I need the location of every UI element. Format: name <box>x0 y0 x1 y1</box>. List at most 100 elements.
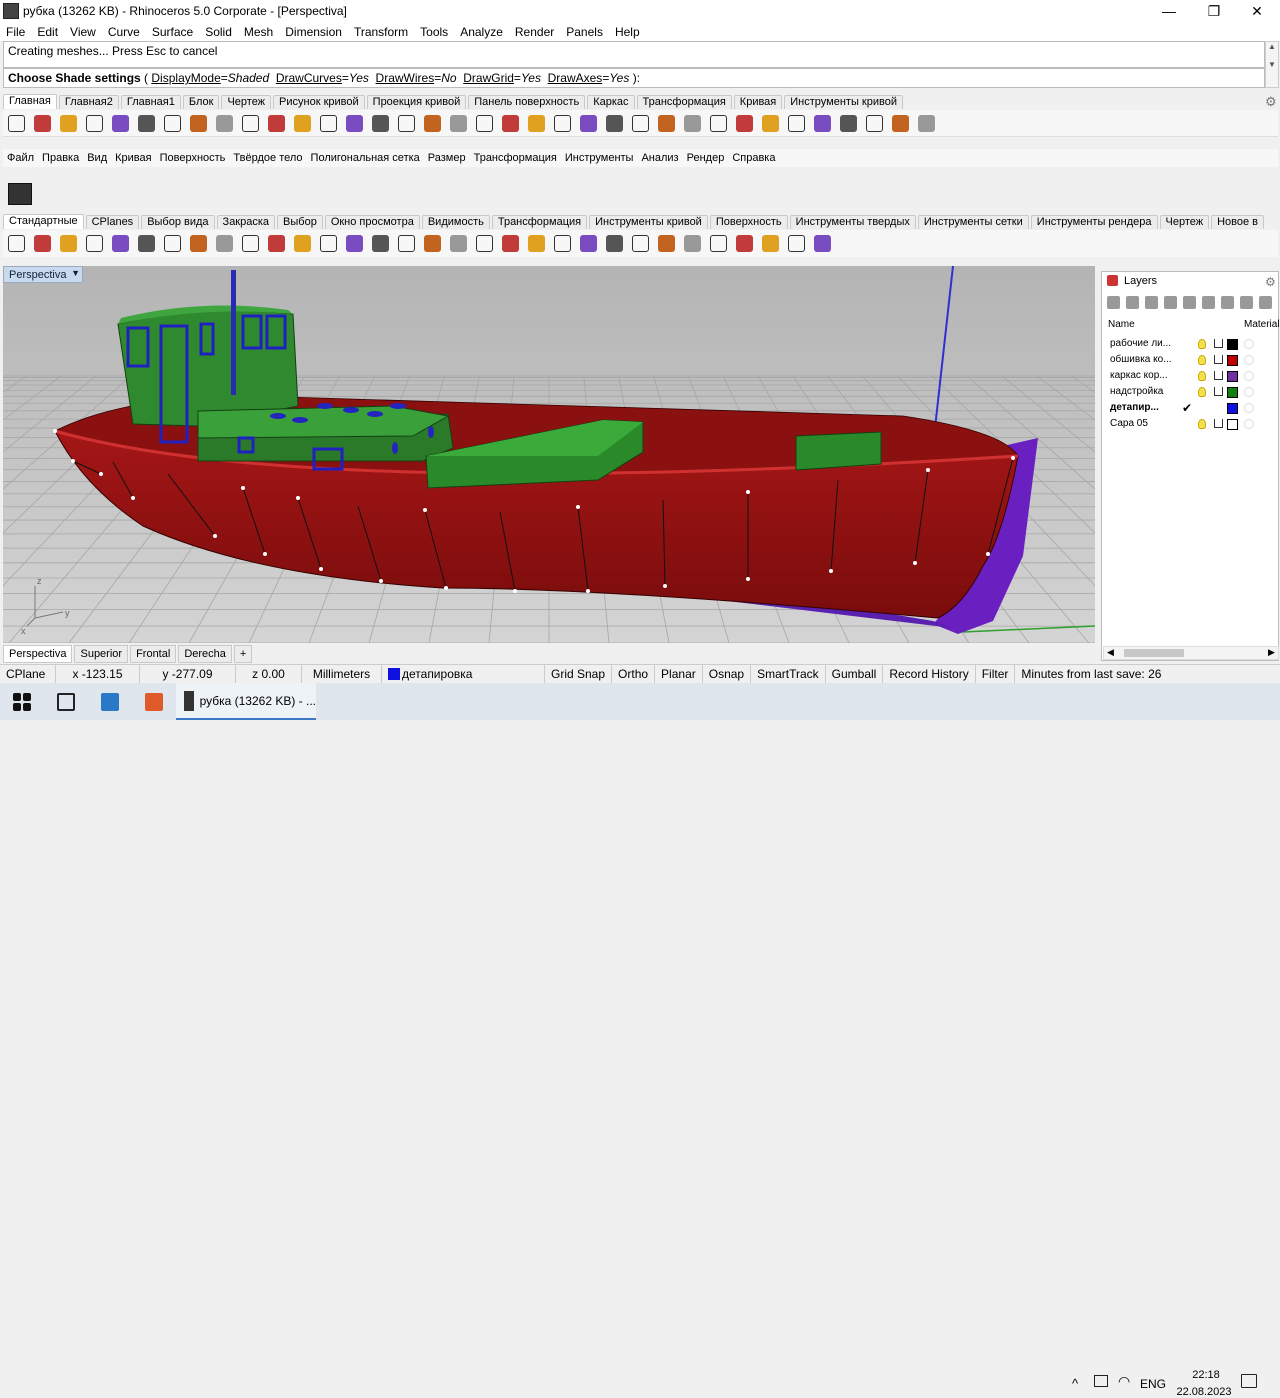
tab-okno-prosmotra[interactable]: Окно просмотра <box>324 215 420 229</box>
standard-tool-21-icon[interactable] <box>523 232 549 256</box>
standard-tool-7-icon[interactable] <box>159 232 185 256</box>
layer-color-swatch[interactable] <box>1227 403 1238 414</box>
rus-menu-poligonalnaya-setka[interactable]: Полигональная сетка <box>307 152 424 164</box>
tab-chertezh[interactable]: Чертеж <box>221 95 272 109</box>
notification-icon[interactable] <box>1241 1374 1257 1388</box>
standard-tool-8-icon[interactable] <box>185 232 211 256</box>
tab-vybor-vida[interactable]: Выбор вида <box>141 215 215 229</box>
menu-dimension[interactable]: Dimension <box>279 25 348 39</box>
close-button[interactable]: ✕ <box>1234 0 1280 22</box>
layer-material-icon[interactable] <box>1244 339 1254 349</box>
layer-row[interactable]: Сара 05 <box>1110 417 1278 433</box>
tab-poverkhnost[interactable]: Поверхность <box>709 215 788 229</box>
language-indicator[interactable]: ENG <box>1140 1377 1166 1391</box>
layer-color-swatch[interactable] <box>1227 387 1238 398</box>
toggle-smarttrack[interactable]: SmartTrack <box>751 664 826 684</box>
layer-color-swatch[interactable] <box>1227 355 1238 366</box>
taskbar-app-2[interactable] <box>132 683 176 720</box>
command-scrollbar[interactable]: ▲ ▼ <box>1265 41 1279 88</box>
main-tool-16-icon[interactable] <box>393 111 419 135</box>
delete-layer-icon[interactable] <box>1145 296 1158 309</box>
layer-row[interactable]: рабочие ли... <box>1110 337 1278 353</box>
option-drawaxes[interactable]: DrawAxes=Yes <box>548 71 630 85</box>
filter-icon[interactable] <box>1221 296 1234 309</box>
tab-cplanes[interactable]: CPlanes <box>85 215 140 229</box>
rus-menu-poverkhnost[interactable]: Поверхность <box>156 152 230 164</box>
menu-panels[interactable]: Panels <box>560 25 609 39</box>
maximize-button[interactable]: ❐ <box>1191 0 1237 22</box>
main-tool-14-icon[interactable] <box>341 111 367 135</box>
main-tool-19-icon[interactable] <box>471 111 497 135</box>
menu-edit[interactable]: Edit <box>31 25 64 39</box>
main-tool-15-icon[interactable] <box>367 111 393 135</box>
option-drawgrid[interactable]: DrawGrid=Yes <box>463 71 541 85</box>
tab-vidimost[interactable]: Видимость <box>421 215 490 229</box>
menu-view[interactable]: View <box>64 25 102 39</box>
move-down-icon[interactable] <box>1183 296 1196 309</box>
layer-lock-icon[interactable] <box>1214 339 1223 348</box>
new-layer-icon[interactable] <box>1107 296 1120 309</box>
layer-visible-icon[interactable] <box>1198 355 1206 365</box>
menu-solid[interactable]: Solid <box>199 25 238 39</box>
tab-glavnaya2[interactable]: Главная2 <box>58 95 119 109</box>
rus-menu-render[interactable]: Рендер <box>683 152 729 164</box>
vtab-superior[interactable]: Superior <box>74 645 129 663</box>
clock-time[interactable]: 22:18 <box>1182 1369 1230 1381</box>
rus-menu-tverdoe-telo[interactable]: Твёрдое тело <box>229 152 306 164</box>
layer-material-icon[interactable] <box>1244 371 1254 381</box>
main-tool-9-icon[interactable] <box>211 111 237 135</box>
rus-menu-analiz[interactable]: Анализ <box>637 152 682 164</box>
rus-menu-pravka[interactable]: Правка <box>38 152 83 164</box>
tab-panel-poverkhnost[interactable]: Панель поверхность <box>468 95 586 109</box>
menu-analyze[interactable]: Analyze <box>454 25 509 39</box>
main-tool-18-icon[interactable] <box>445 111 471 135</box>
standard-tool-18-icon[interactable] <box>445 232 471 256</box>
wifi-icon[interactable]: ◠ <box>1118 1373 1130 1390</box>
main-tool-23-icon[interactable] <box>575 111 601 135</box>
tab-zakraska[interactable]: Закраска <box>216 215 276 229</box>
standard-tool-13-icon[interactable] <box>315 232 341 256</box>
tab-instrumenty-rendera[interactable]: Инструменты рендера <box>1030 215 1158 229</box>
toggle-filter[interactable]: Filter <box>976 664 1016 684</box>
status-cplane[interactable]: CPlane <box>0 664 56 684</box>
tab-blok[interactable]: Блок <box>182 95 220 109</box>
taskbar-calculator[interactable] <box>88 683 132 720</box>
rus-menu-instrumenty[interactable]: Инструменты <box>561 152 638 164</box>
main-tool-7-icon[interactable] <box>159 111 185 135</box>
tab-proektsiya-krivoy[interactable]: Проекция кривой <box>366 95 467 109</box>
minimize-button[interactable]: — <box>1146 0 1192 22</box>
new-sublayer-icon[interactable] <box>1126 296 1139 309</box>
standard-tool-25-icon[interactable] <box>627 232 653 256</box>
rus-menu-krivaya[interactable]: Кривая <box>111 152 155 164</box>
layers-hscrollbar[interactable]: ◀ ▶ <box>1103 646 1279 660</box>
standard-tool-28-icon[interactable] <box>705 232 731 256</box>
tab-krivaya[interactable]: Кривая <box>733 95 783 109</box>
main-tool-20-icon[interactable] <box>497 111 523 135</box>
option-drawwires[interactable]: DrawWires=No <box>376 71 457 85</box>
tab-vybor[interactable]: Выбор <box>277 215 323 229</box>
layer-material-icon[interactable] <box>1244 403 1254 413</box>
rus-menu-spravka[interactable]: Справка <box>728 152 779 164</box>
layer-material-icon[interactable] <box>1244 355 1254 365</box>
menu-tools[interactable]: Tools <box>414 25 454 39</box>
main-tool-4-icon[interactable] <box>81 111 107 135</box>
standard-tool-6-icon[interactable] <box>133 232 159 256</box>
column-name[interactable]: Name <box>1108 319 1135 330</box>
tab-glavnaya1[interactable]: Главная1 <box>120 95 181 109</box>
main-tool-21-icon[interactable] <box>523 111 549 135</box>
standard-tool-12-icon[interactable] <box>289 232 315 256</box>
tab-novoe[interactable]: Новое в <box>1211 215 1265 229</box>
main-tool-26-icon[interactable] <box>653 111 679 135</box>
tab-transformatsiya[interactable]: Трансформация <box>636 95 732 109</box>
layer-row[interactable]: каркас кор... <box>1110 369 1278 385</box>
standard-tool-23-icon[interactable] <box>575 232 601 256</box>
render-tool-icon[interactable] <box>8 183 32 205</box>
main-tool-2-icon[interactable] <box>29 111 55 135</box>
tab-chertezh-2[interactable]: Чертеж <box>1159 215 1210 229</box>
layer-lock-icon[interactable] <box>1214 387 1223 396</box>
main-tool-36-icon[interactable] <box>913 111 939 135</box>
menu-file[interactable]: File <box>0 25 31 39</box>
standard-tool-14-icon[interactable] <box>341 232 367 256</box>
main-tool-29-icon[interactable] <box>731 111 757 135</box>
main-tool-24-icon[interactable] <box>601 111 627 135</box>
